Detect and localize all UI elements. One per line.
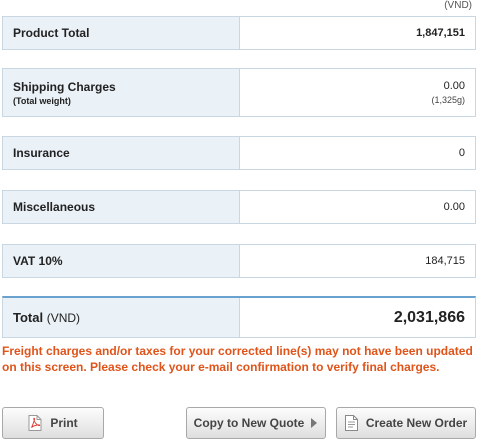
shipping-charges-value: 0.00 (443, 80, 465, 92)
product-total-row: Product Total 1,847,151 (2, 16, 476, 50)
vat-value: 184,715 (425, 255, 465, 267)
product-total-value: 1,847,151 (416, 27, 465, 39)
insurance-label: Insurance (13, 146, 70, 160)
product-total-label-cell: Product Total (3, 17, 240, 49)
miscellaneous-label: Miscellaneous (13, 200, 96, 214)
insurance-row: Insurance 0 (2, 136, 476, 170)
total-unit: (VND) (46, 311, 81, 325)
shipping-charges-value-cell: 0.00 (1,325g) (240, 69, 475, 116)
total-weight-label: (Total weight) (13, 95, 71, 106)
freight-warning-message: Freight charges and/or taxes for your co… (2, 344, 473, 374)
miscellaneous-label-cell: Miscellaneous (3, 191, 240, 223)
create-new-order-button[interactable]: Create New Order (336, 407, 476, 439)
print-button-label: Print (50, 416, 78, 430)
product-total-value-cell: 1,847,151 (240, 17, 475, 49)
total-label: Total (13, 310, 44, 325)
vat-label: VAT 10% (13, 254, 63, 268)
miscellaneous-value-cell: 0.00 (240, 191, 475, 223)
pdf-icon (28, 415, 42, 431)
product-total-label: Product Total (13, 26, 90, 40)
copy-to-new-quote-label: Copy to New Quote (193, 416, 305, 430)
shipping-charges-row: Shipping Charges (Total weight) 0.00 (1,… (2, 68, 476, 117)
insurance-value: 0 (458, 147, 465, 159)
total-value: 2,031,866 (393, 308, 465, 326)
total-label-line: Total (VND) (13, 310, 239, 325)
vat-row: VAT 10% 184,715 (2, 244, 476, 278)
shipping-charges-label-cell: Shipping Charges (Total weight) (3, 69, 240, 116)
vat-value-cell: 184,715 (240, 245, 475, 277)
total-row: Total (VND) 2,031,866 (2, 296, 476, 338)
create-new-order-label: Create New Order (365, 416, 468, 430)
vat-label-cell: VAT 10% (3, 245, 240, 277)
insurance-label-cell: Insurance (3, 137, 240, 169)
total-value-cell: 2,031,866 (240, 298, 475, 337)
document-icon (344, 415, 358, 431)
miscellaneous-row: Miscellaneous 0.00 (2, 190, 476, 224)
insurance-value-cell: 0 (240, 137, 475, 169)
currency-note: (VND) (444, 0, 472, 11)
shipping-charges-label: Shipping Charges (13, 79, 116, 94)
total-weight-value: (1,325g) (431, 95, 465, 105)
total-label-cell: Total (VND) (3, 298, 240, 337)
miscellaneous-value: 0.00 (443, 201, 465, 213)
print-button[interactable]: Print (2, 407, 104, 439)
arrow-right-icon (310, 418, 318, 428)
copy-to-new-quote-button[interactable]: Copy to New Quote (186, 407, 326, 439)
